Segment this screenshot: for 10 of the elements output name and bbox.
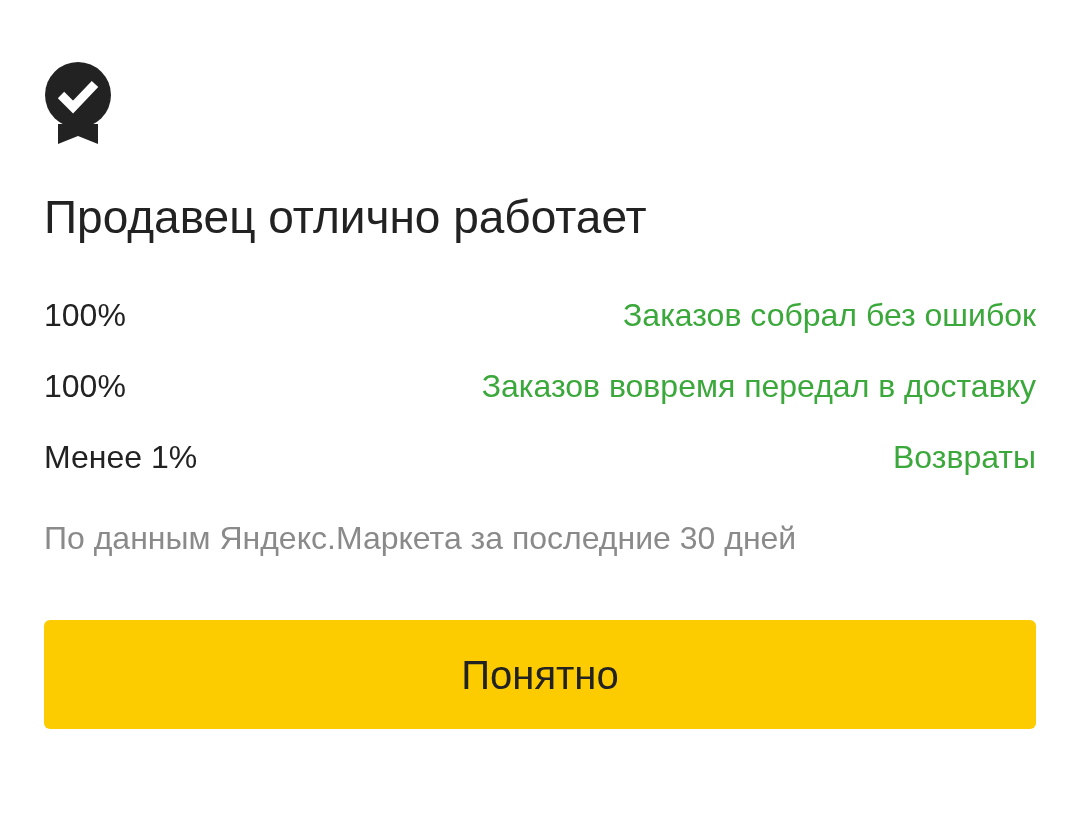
badge-check-icon xyxy=(44,62,112,144)
metric-value: Менее 1% xyxy=(44,437,198,477)
ok-button[interactable]: Понятно xyxy=(44,620,1036,730)
metric-label: Возвраты xyxy=(893,437,1036,477)
metric-label: Заказов собрал без ошибок xyxy=(623,295,1036,335)
metric-value: 100% xyxy=(44,366,126,406)
note-text: По данным Яндекс.Маркета за последние 30 дней xyxy=(44,519,798,559)
metric-value: 100% xyxy=(44,295,126,335)
metric-label: Заказов вовремя передал в доставку xyxy=(481,366,1036,406)
dialog-title: Продавец отлично работает xyxy=(44,190,648,245)
